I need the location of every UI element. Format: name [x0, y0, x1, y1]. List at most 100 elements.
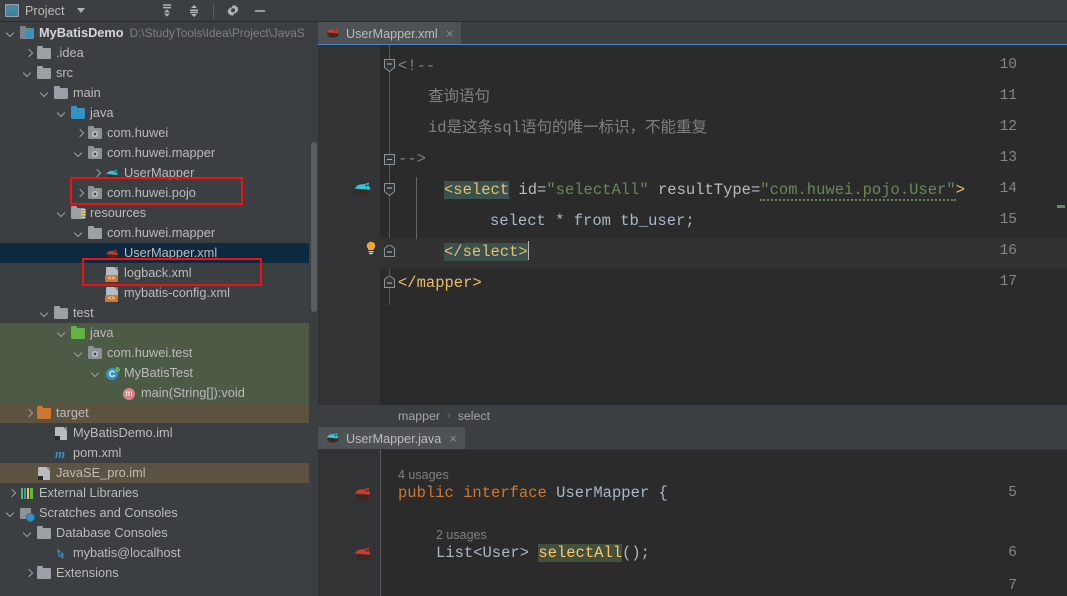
- tree-item-label: Extensions: [56, 565, 119, 580]
- close-icon[interactable]: ×: [446, 27, 454, 40]
- tree-item-mybatis-localhost[interactable]: mybatis@localhost: [0, 543, 318, 563]
- chevron-down-icon[interactable]: [40, 308, 51, 319]
- tree-item-mybatisdemo-iml[interactable]: MyBatisDemo.iml: [0, 423, 318, 443]
- editor-gutter-top[interactable]: [318, 45, 380, 405]
- chevron-down-icon[interactable]: [23, 528, 34, 539]
- mybatis-file-icon: [325, 25, 340, 42]
- code-line-17: </mapper>: [398, 274, 482, 292]
- project-tree[interactable]: MyBatisDemo D:\StudyTools\Idea\Project\Ja…: [0, 22, 318, 596]
- tree-item-com-huwei-mapper[interactable]: com.huwei.mapper: [0, 223, 318, 243]
- code-editor-java[interactable]: 4 usages 2 usages 5 6 7 public interface User…: [318, 450, 1067, 596]
- fold-rail-bottom: [380, 450, 381, 596]
- chevron-down-icon[interactable]: [76, 8, 85, 13]
- chevron-down-icon[interactable]: [57, 328, 68, 339]
- breadcrumb[interactable]: mapper › select: [318, 405, 1067, 427]
- tree-item-java[interactable]: java: [0, 103, 318, 123]
- collapse-all-icon[interactable]: [186, 3, 202, 19]
- chevron-down-icon[interactable]: [57, 108, 68, 119]
- breadcrumb-item-select[interactable]: select: [458, 409, 490, 423]
- chevron-down-icon[interactable]: [40, 88, 51, 99]
- close-icon[interactable]: ×: [449, 432, 457, 445]
- tree-item-com-huwei-pojo[interactable]: com.huwei.pojo: [0, 183, 318, 203]
- folder-blue-icon: [70, 105, 86, 121]
- tree-item-resources[interactable]: resources: [0, 203, 318, 223]
- chevron-down-icon[interactable]: [6, 28, 17, 39]
- breadcrumb-item-mapper[interactable]: mapper: [398, 409, 440, 423]
- tree-item-database-consoles[interactable]: Database Consoles: [0, 523, 318, 543]
- tree-item-label: MyBatisDemo.iml: [73, 425, 173, 440]
- tree-scrollbar-track[interactable]: [309, 22, 318, 596]
- tree-item-scratches-and-consoles[interactable]: Scratches and Consoles: [0, 503, 318, 523]
- tree-item-label: java: [90, 105, 114, 120]
- fold-marker-select-end[interactable]: [384, 243, 395, 260]
- chevron-right-icon[interactable]: [23, 568, 34, 579]
- editor-gutter-bottom[interactable]: [318, 450, 380, 596]
- mybatis-navigate-icon[interactable]: [352, 484, 374, 502]
- chevron-down-icon[interactable]: [74, 228, 85, 239]
- fold-marker-mapper-end[interactable]: [384, 274, 395, 291]
- code-editor-xml[interactable]: 10 11 12 13 14 15 16 17 <!-- 查询语句 id是这条sql语句的唯一标识，…: [318, 45, 1067, 405]
- package-icon: [87, 345, 103, 361]
- mybatis-navigate-icon[interactable]: [352, 544, 374, 562]
- line-number: 5: [1008, 485, 1017, 501]
- tab-usermapper-java[interactable]: UserMapper.java ×: [318, 427, 465, 450]
- tree-item-mybatistest[interactable]: C MyBatisTest: [0, 363, 318, 383]
- chevron-down-icon[interactable]: [23, 68, 34, 79]
- chevron-down-icon[interactable]: [57, 208, 68, 219]
- project-panel-title[interactable]: Project: [25, 4, 65, 18]
- minimize-icon[interactable]: [252, 3, 268, 19]
- fold-marker-comment-end[interactable]: [384, 154, 395, 165]
- tree-item-com-huwei[interactable]: com.huwei: [0, 123, 318, 143]
- code-line-5: public interface UserMapper {: [398, 478, 668, 509]
- tree-item-main[interactable]: main: [0, 83, 318, 103]
- folder-grey-icon: [53, 85, 69, 101]
- tree-item-idea[interactable]: .idea: [0, 43, 318, 63]
- chevron-right-icon[interactable]: [74, 128, 85, 139]
- tree-item-test[interactable]: test: [0, 303, 318, 323]
- intention-bulb-icon[interactable]: [365, 241, 376, 255]
- tree-item-label: main(String[]):void: [141, 385, 245, 400]
- tree-item-extensions[interactable]: Extensions: [0, 563, 318, 583]
- chevron-right-icon[interactable]: [91, 168, 102, 179]
- tree-item-com-huwei-mapper[interactable]: com.huwei.mapper: [0, 143, 318, 163]
- code-line-14: <select id="selectAll" resultType="com.h…: [444, 175, 965, 206]
- external-libraries-icon: [19, 485, 35, 501]
- tree-scrollbar-thumb[interactable]: [311, 142, 317, 312]
- tree-item-mybatis-config-xml[interactable]: mybatis-config.xml: [0, 283, 318, 303]
- gear-icon[interactable]: [225, 3, 241, 19]
- chevron-right-icon: ›: [447, 410, 451, 422]
- package-icon: [87, 185, 103, 201]
- tree-item-main-string-void[interactable]: m main(String[]):void: [0, 383, 318, 403]
- tree-item-usermapper-xml[interactable]: UserMapper.xml: [0, 243, 318, 263]
- tree-item-src[interactable]: src: [0, 63, 318, 83]
- tree-item-usermapper[interactable]: UserMapper: [0, 163, 318, 183]
- chevron-right-icon[interactable]: [23, 408, 34, 419]
- database-console-icon: [53, 545, 69, 561]
- fold-marker-select[interactable]: [384, 183, 395, 198]
- mybatis-navigate-icon[interactable]: [352, 179, 374, 197]
- expand-all-icon[interactable]: [159, 3, 175, 19]
- tree-item-javase-pro-iml[interactable]: JavaSE_pro.iml: [0, 463, 318, 483]
- return-type-list-user: List<User>: [436, 544, 530, 562]
- tree-item-pom-xml[interactable]: m pom.xml: [0, 443, 318, 463]
- chevron-right-icon[interactable]: [6, 488, 17, 499]
- tree-item-label: Scratches and Consoles: [39, 505, 178, 520]
- tree-item-java[interactable]: java: [0, 323, 318, 343]
- chevron-down-icon[interactable]: [74, 348, 85, 359]
- tree-item-external-libraries[interactable]: External Libraries: [0, 483, 318, 503]
- tree-item-mybatisdemo[interactable]: MyBatisDemo D:\StudyTools\Idea\Project\Ja…: [0, 23, 318, 43]
- tag-close-bracket: >: [955, 181, 965, 199]
- tree-item-logback-xml[interactable]: logback.xml: [0, 263, 318, 283]
- tree-item-label: target: [56, 405, 89, 420]
- tab-usermapper-xml[interactable]: UserMapper.xml ×: [318, 22, 462, 46]
- tree-item-com-huwei-test[interactable]: com.huwei.test: [0, 343, 318, 363]
- chevron-down-icon[interactable]: [91, 368, 102, 379]
- chevron-down-icon[interactable]: [74, 148, 85, 159]
- editor-scrollbar-top[interactable]: [1055, 45, 1067, 405]
- chevron-right-icon[interactable]: [23, 48, 34, 59]
- chevron-down-icon[interactable]: [6, 508, 17, 519]
- tree-item-target[interactable]: target: [0, 403, 318, 423]
- chevron-right-icon[interactable]: [74, 188, 85, 199]
- fold-marker-collapse[interactable]: [384, 59, 395, 74]
